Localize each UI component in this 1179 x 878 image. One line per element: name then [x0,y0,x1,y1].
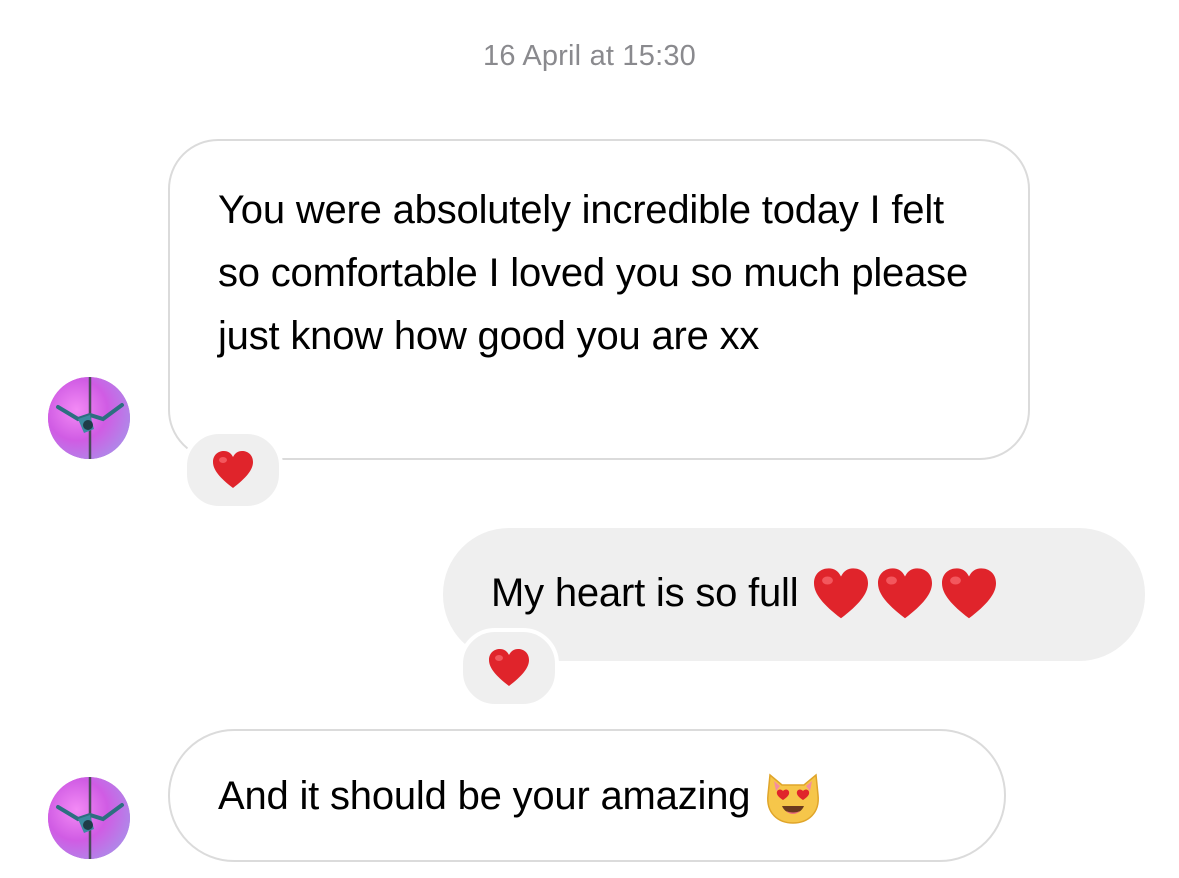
message-reaction[interactable] [459,628,559,708]
message-emoji-group [764,765,822,828]
heart-eyes-cat-emoji-icon [767,773,820,824]
message-text: And it should be your amazing [218,774,751,818]
message-text: You were absolutely incredible today I f… [218,188,979,358]
message-emoji-group [812,562,998,625]
chat-thread: 16 April at 15:30 You were absolutely in… [0,0,1179,878]
heart-emoji-icon [489,649,529,686]
message-reaction[interactable] [183,430,283,510]
sender-avatar[interactable] [48,377,130,459]
message-timestamp: 16 April at 15:30 [483,40,696,72]
heart-emoji-icon [814,567,869,618]
heart-emoji-icon [942,567,997,618]
heart-emoji-icon [878,567,933,618]
incoming-message[interactable]: You were absolutely incredible today I f… [168,139,1030,460]
pole-dancer-avatar-icon [48,377,130,459]
pole-dancer-avatar-icon [48,777,130,859]
incoming-message[interactable]: And it should be your amazing [168,729,1006,862]
message-text: My heart is so full [491,571,799,615]
heart-emoji-icon [213,451,253,488]
sender-avatar[interactable] [48,777,130,859]
